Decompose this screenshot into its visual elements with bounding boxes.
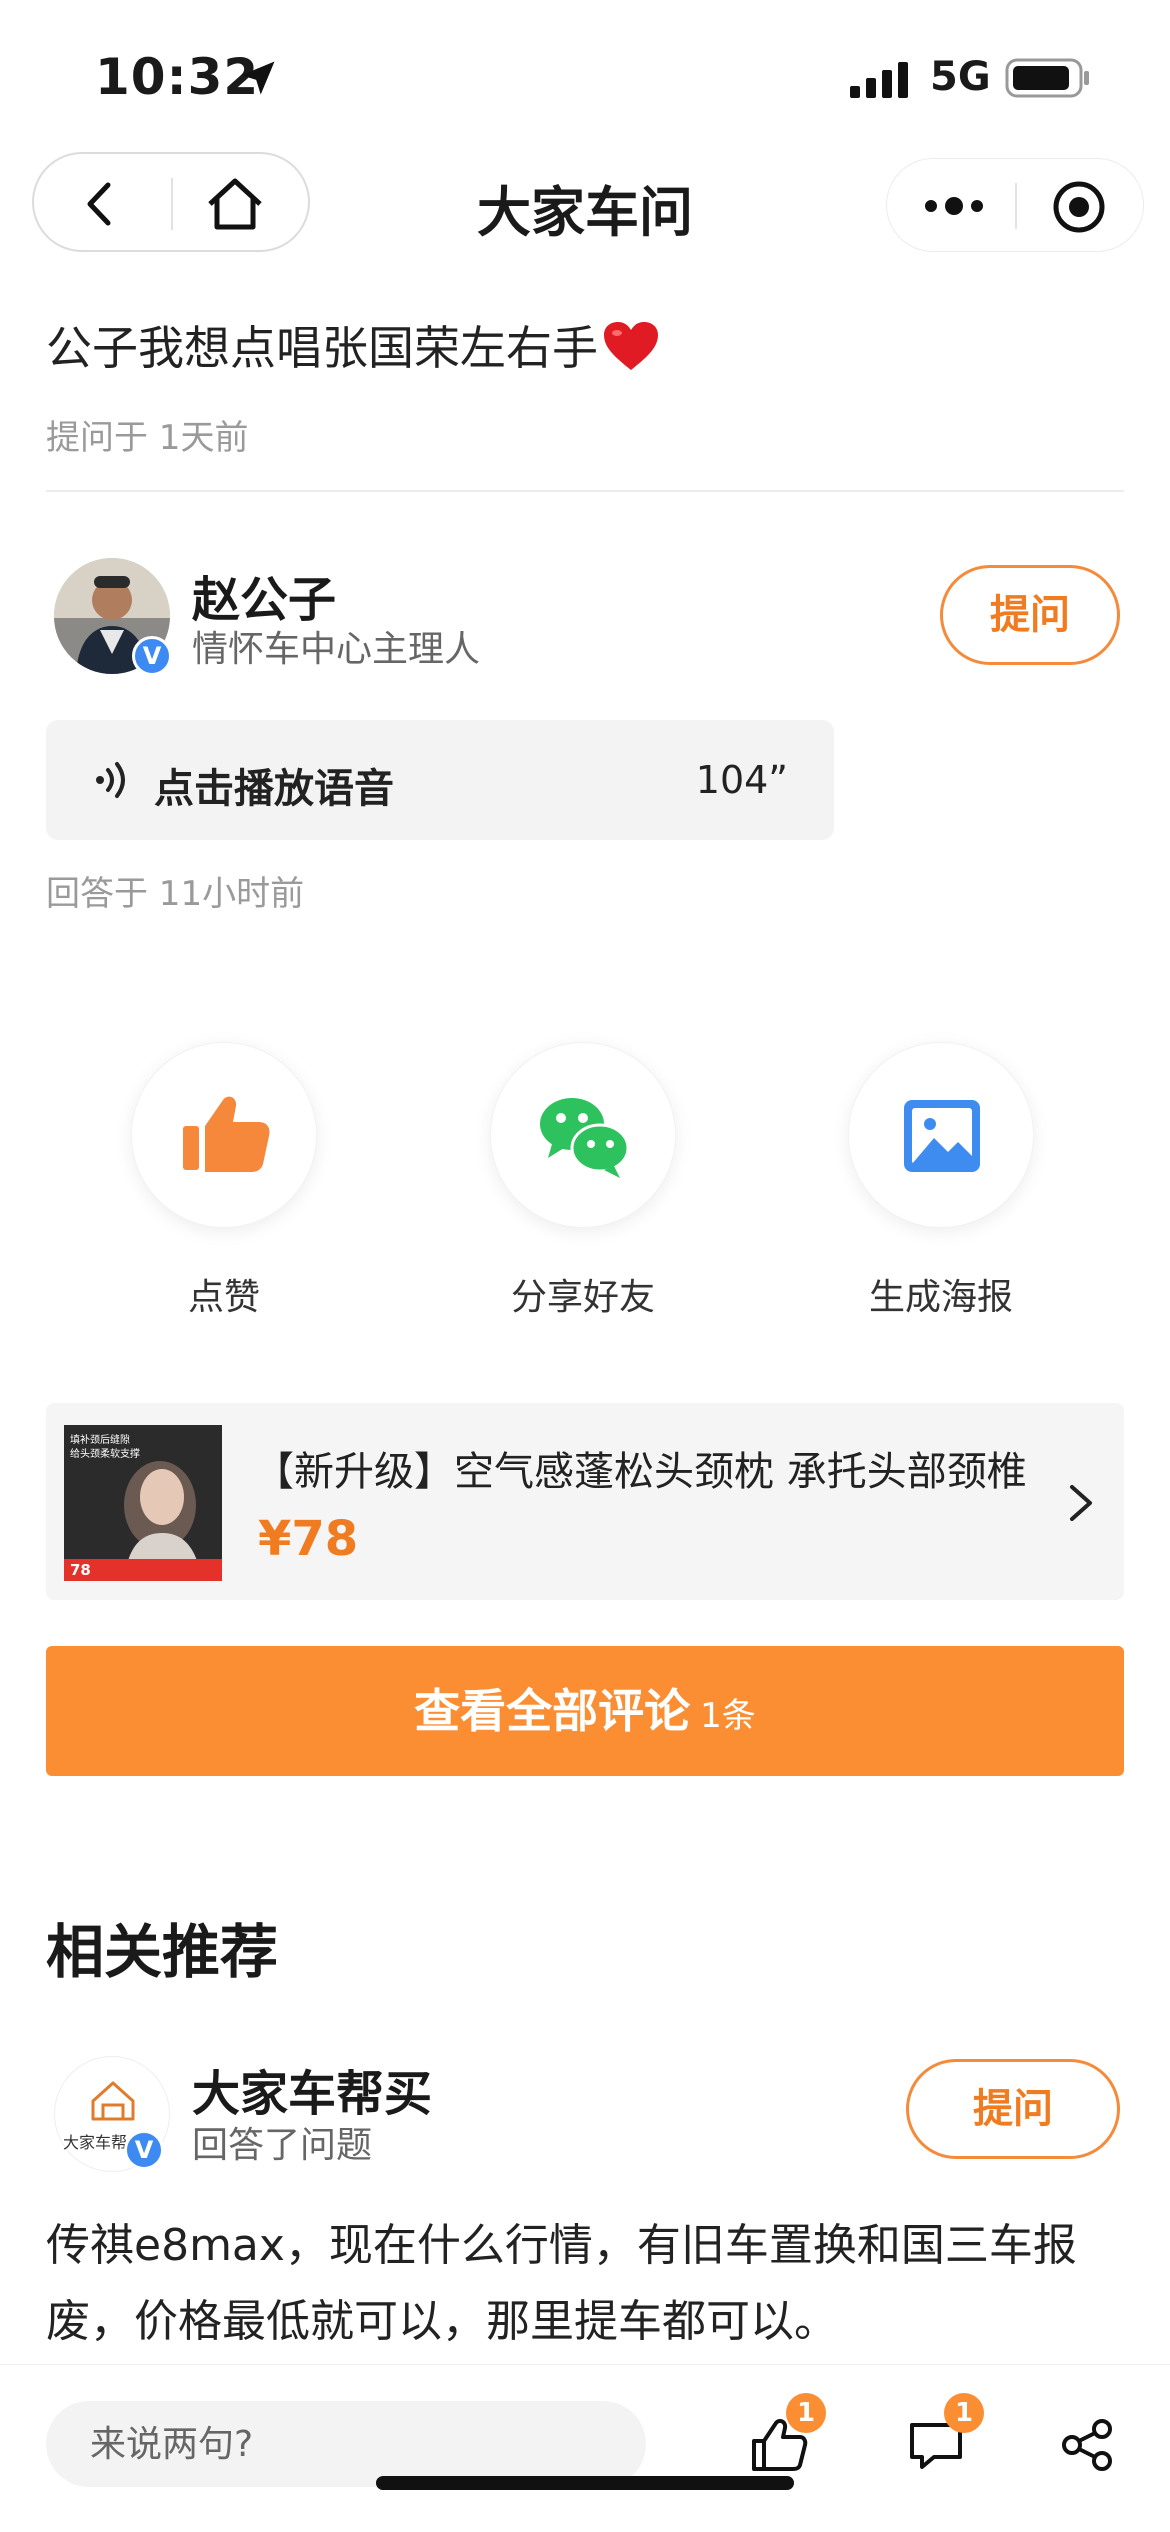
voice-play-button[interactable]: 点击播放语音 104”: [46, 720, 834, 840]
product-image-caption-1: 填补颈后缝隙: [70, 1433, 130, 1446]
divider: [46, 490, 1124, 492]
chevron-right-icon: [1070, 1485, 1092, 1521]
answer-time: 回答于 11小时前: [46, 874, 305, 914]
ask-question-button[interactable]: 提问: [906, 2059, 1120, 2159]
recommend-name[interactable]: 大家车帮买: [192, 2054, 432, 2124]
comment-input[interactable]: [46, 2401, 646, 2487]
bottom-bar: 1 1: [0, 2364, 1170, 2532]
wechat-icon: [540, 1098, 630, 1178]
verified-badge: V: [124, 2130, 164, 2170]
heart-emoji-icon: [604, 322, 658, 370]
like-action[interactable]: 点赞: [114, 1042, 334, 1320]
comments-count: 1条: [700, 1696, 756, 1736]
share-icon[interactable]: [1060, 2417, 1116, 2473]
home-indicator: [376, 2476, 794, 2490]
recommend-sub: 回答了问题: [192, 2125, 373, 2166]
status-time: 10:32: [95, 48, 260, 106]
location-arrow-icon: [241, 61, 275, 95]
poster-label: 生成海报: [868, 1277, 1013, 1318]
section-title: 相关推荐: [46, 1918, 279, 1986]
like-label: 点赞: [187, 1277, 260, 1318]
logo-text: 大家车帮: [63, 2133, 128, 2152]
question-time: 提问于 1天前: [46, 418, 249, 458]
answerer-role: 情怀车中心主理人: [192, 629, 481, 670]
product-image: 78 填补颈后缝隙 给头颈柔软支撑: [64, 1425, 222, 1581]
product-price: ¥78: [258, 1511, 359, 1567]
question-text: 公子我想点唱张国荣左右手: [46, 321, 598, 375]
verified-badge: V: [132, 636, 172, 676]
share-action[interactable]: 分享好友: [473, 1042, 693, 1320]
capsule-divider: [1015, 183, 1017, 229]
close-miniprogram-icon[interactable]: [1051, 179, 1107, 235]
more-dots-icon[interactable]: [923, 189, 985, 223]
product-image-caption-2: 给头颈柔软支撑: [70, 1447, 140, 1460]
cellular-signal-icon: [850, 62, 908, 98]
like-count-badge: 1: [786, 2393, 826, 2433]
network-type: 5G: [930, 54, 991, 100]
comments-label: 查看全部评论: [414, 1684, 691, 1738]
voice-wave-icon: [96, 762, 125, 798]
recommend-question[interactable]: 传祺e8max，现在什么行情，有旧车置换和国三车报废，价格最低就可以，那里提车都…: [46, 2208, 1136, 2360]
view-all-comments-button[interactable]: 查看全部评论 1条: [46, 1646, 1124, 1776]
generate-poster-button[interactable]: [848, 1042, 1034, 1228]
image-poster-icon: [904, 1100, 980, 1172]
share-label: 分享好友: [510, 1277, 655, 1318]
product-title: 【新升级】空气感蓬松头颈枕 承托头部颈椎: [254, 1449, 1027, 1495]
voice-duration: 104”: [695, 758, 788, 802]
voice-label: 点击播放语音: [154, 766, 394, 812]
product-image-price: 78: [70, 1561, 91, 1579]
poster-action[interactable]: 生成海报: [831, 1042, 1051, 1320]
comment-count-badge: 1: [944, 2393, 984, 2433]
house-logo-icon: [91, 2081, 135, 2121]
like-button[interactable]: [131, 1042, 317, 1228]
thumbs-up-icon: [183, 1096, 270, 1172]
product-card[interactable]: 78 填补颈后缝隙 给头颈柔软支撑 【新升级】空气感蓬松头颈枕 承托头部颈椎 ¥…: [46, 1403, 1124, 1600]
nav-capsule-right: [886, 158, 1144, 252]
share-friend-button[interactable]: [490, 1042, 676, 1228]
question-title: 公子我想点唱张国荣左右手: [46, 312, 660, 378]
battery-icon: [1005, 58, 1089, 98]
status-bar: 10:32 5G: [0, 0, 1170, 150]
ask-question-button[interactable]: 提问: [940, 565, 1120, 665]
